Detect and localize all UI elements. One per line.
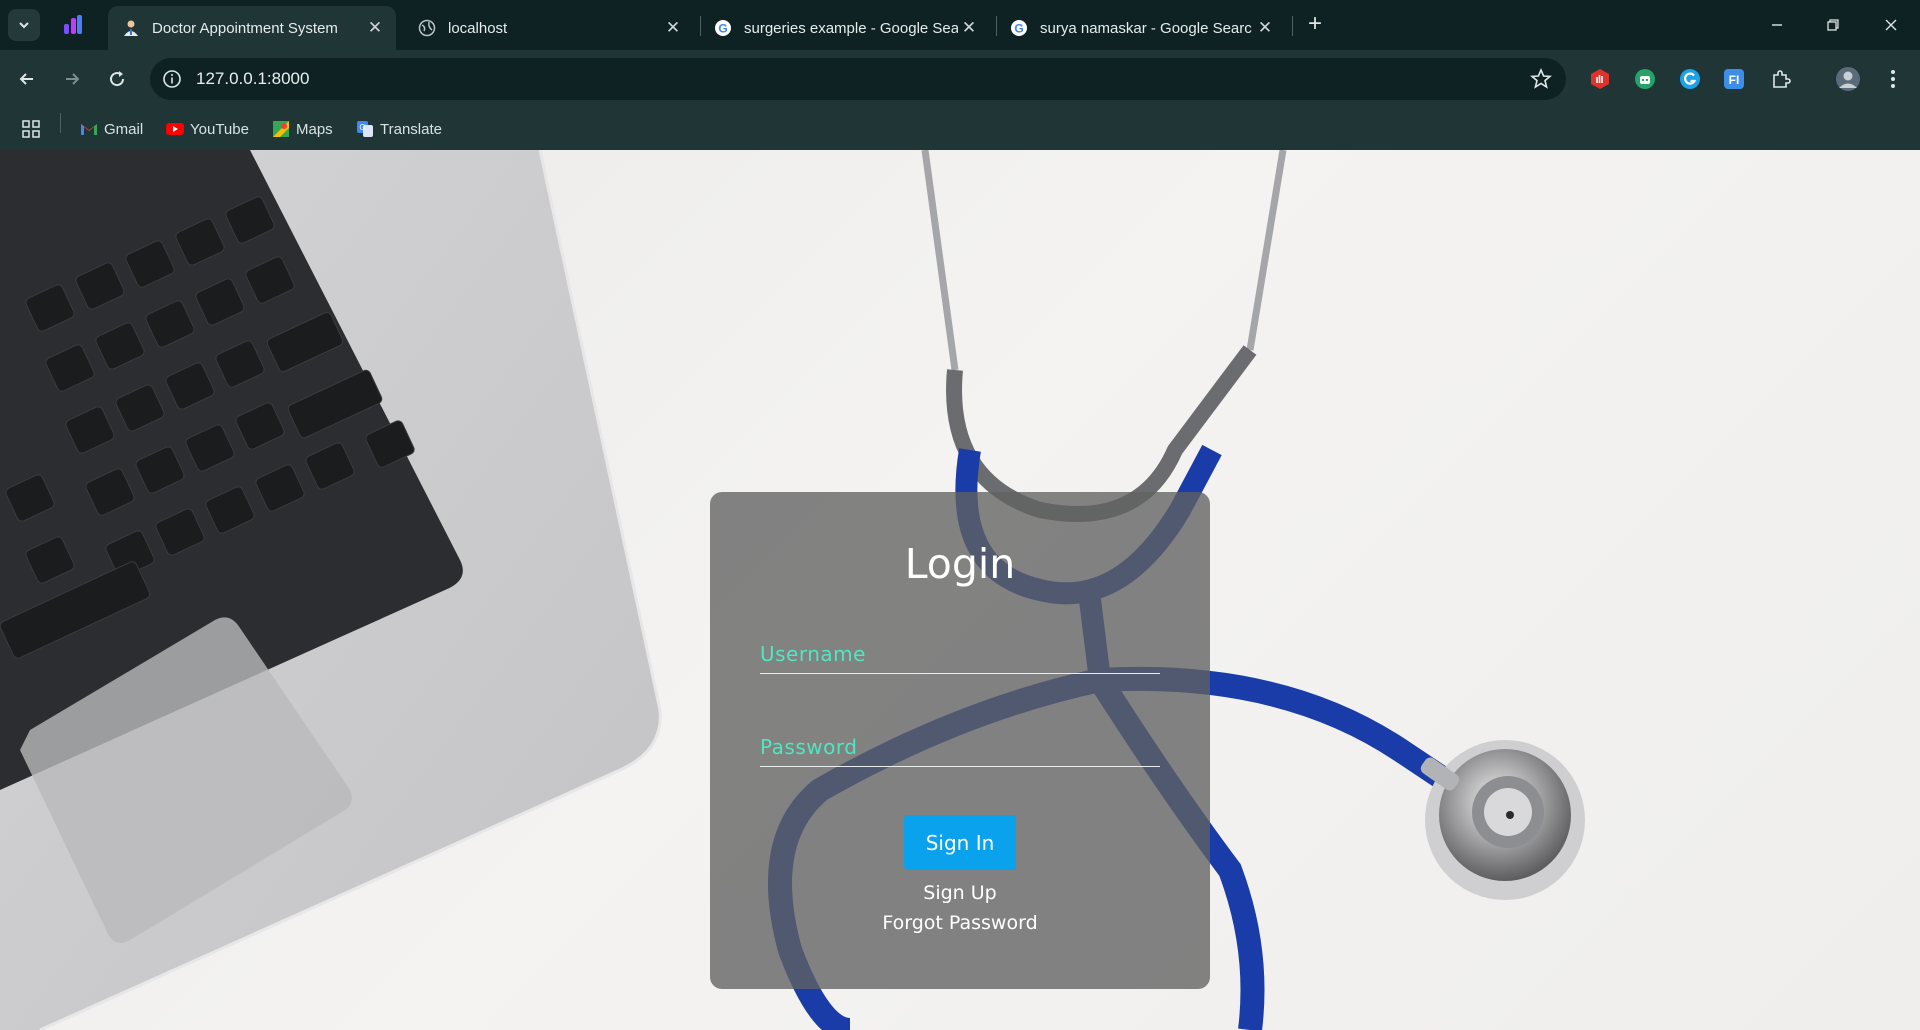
more-vert-icon bbox=[1891, 70, 1895, 88]
robot-extension[interactable] bbox=[1632, 66, 1658, 92]
info-icon[interactable] bbox=[162, 69, 182, 89]
svg-text:G: G bbox=[718, 22, 727, 36]
username-input[interactable] bbox=[760, 634, 1160, 674]
close-icon bbox=[1885, 19, 1897, 31]
sign-in-button[interactable]: Sign In bbox=[904, 815, 1016, 870]
bookmarks-separator bbox=[60, 113, 61, 133]
extensions-button[interactable] bbox=[1768, 66, 1794, 92]
tab-title: Doctor Appointment System bbox=[152, 19, 338, 37]
url-text: 127.0.0.1:8000 bbox=[196, 69, 310, 88]
sign-up-link[interactable]: Sign Up bbox=[710, 882, 1210, 904]
youtube-icon bbox=[166, 120, 184, 138]
bookmark-label: YouTube bbox=[190, 120, 249, 138]
bookmark-gmail[interactable]: Gmail bbox=[80, 118, 143, 140]
close-icon[interactable]: ✕ bbox=[364, 17, 386, 39]
restore-icon bbox=[1827, 19, 1839, 31]
login-card: Login Sign In Sign Up Forgot Password bbox=[710, 492, 1210, 989]
close-icon[interactable]: ✕ bbox=[958, 17, 980, 39]
grammarly-icon bbox=[1680, 69, 1700, 89]
bookmark-label: Translate bbox=[380, 120, 442, 138]
close-window-button[interactable] bbox=[1876, 10, 1906, 40]
close-icon[interactable]: ✕ bbox=[1254, 17, 1276, 39]
arrow-left-icon bbox=[19, 73, 33, 85]
google-icon: G bbox=[714, 19, 732, 37]
svg-text:G: G bbox=[1014, 22, 1023, 36]
tab-title: surya namaskar - Google Searc bbox=[1040, 19, 1252, 37]
bookmark-label: Maps bbox=[296, 120, 333, 138]
new-tab-button[interactable]: + bbox=[1302, 12, 1328, 38]
apps-button[interactable] bbox=[22, 118, 40, 140]
arrow-right-icon bbox=[66, 73, 80, 85]
hand-stop-icon bbox=[1591, 69, 1609, 89]
menu-button[interactable] bbox=[1880, 66, 1906, 92]
tab-search-button[interactable] bbox=[8, 9, 40, 41]
bookmark-translate[interactable]: G Translate bbox=[356, 118, 442, 140]
chevron-down-icon bbox=[19, 22, 29, 29]
avatar-icon bbox=[1836, 67, 1860, 91]
app-logo-icon[interactable] bbox=[62, 14, 84, 36]
doctor-icon bbox=[122, 19, 140, 37]
robot-icon bbox=[1635, 69, 1655, 89]
fi-extension[interactable]: FI bbox=[1721, 66, 1747, 92]
tab-title: surgeries example - Google Sea bbox=[744, 19, 958, 37]
bookmark-star-icon[interactable] bbox=[1530, 68, 1552, 90]
bookmark-maps[interactable]: Maps bbox=[272, 118, 333, 140]
reload-icon bbox=[110, 71, 125, 87]
bookmark-label: Gmail bbox=[104, 120, 144, 138]
bookmarks-bar: Gmail YouTube Maps G Translate bbox=[0, 108, 1920, 150]
svg-text:FI: FI bbox=[1729, 73, 1740, 87]
tab-surgeries-example[interactable]: G surgeries example - Google Sea ✕ bbox=[700, 6, 990, 50]
tab-surya-namaskar[interactable]: G surya namaskar - Google Searc ✕ bbox=[996, 6, 1286, 50]
reload-button[interactable] bbox=[104, 66, 130, 92]
password-input[interactable] bbox=[760, 727, 1160, 767]
restore-button[interactable] bbox=[1818, 10, 1848, 40]
gmail-icon bbox=[80, 120, 98, 138]
forgot-password-link[interactable]: Forgot Password bbox=[710, 912, 1210, 934]
tab-doctor-appointment[interactable]: Doctor Appointment System ✕ bbox=[108, 6, 396, 50]
bookmark-youtube[interactable]: YouTube bbox=[166, 118, 249, 140]
translate-icon: G bbox=[356, 120, 374, 138]
apps-grid-icon bbox=[22, 120, 40, 138]
minimize-button[interactable] bbox=[1762, 10, 1792, 40]
svg-text:G: G bbox=[359, 123, 365, 132]
tab-strip: Doctor Appointment System ✕ localhost ✕ … bbox=[0, 0, 1920, 50]
maps-icon bbox=[272, 120, 290, 138]
tab-localhost[interactable]: localhost ✕ bbox=[404, 6, 694, 50]
fi-icon: FI bbox=[1724, 69, 1744, 89]
puzzle-icon bbox=[1773, 70, 1791, 88]
minimize-icon bbox=[1772, 24, 1782, 26]
adblock-extension[interactable] bbox=[1587, 66, 1613, 92]
login-title: Login bbox=[904, 540, 1016, 588]
globe-icon bbox=[418, 19, 436, 37]
back-button[interactable] bbox=[14, 66, 40, 92]
browser-toolbar: 127.0.0.1:8000 FI bbox=[0, 50, 1920, 108]
profile-avatar[interactable] bbox=[1835, 66, 1861, 92]
close-icon[interactable]: ✕ bbox=[662, 17, 684, 39]
forward-button[interactable] bbox=[59, 66, 85, 92]
address-bar[interactable]: 127.0.0.1:8000 bbox=[150, 58, 1566, 100]
page-viewport: Login Sign In Sign Up Forgot Password bbox=[0, 150, 1920, 1030]
google-icon: G bbox=[1010, 19, 1028, 37]
tab-title: localhost bbox=[448, 19, 508, 37]
grammarly-extension[interactable] bbox=[1677, 66, 1703, 92]
tab-separator bbox=[1292, 16, 1293, 36]
